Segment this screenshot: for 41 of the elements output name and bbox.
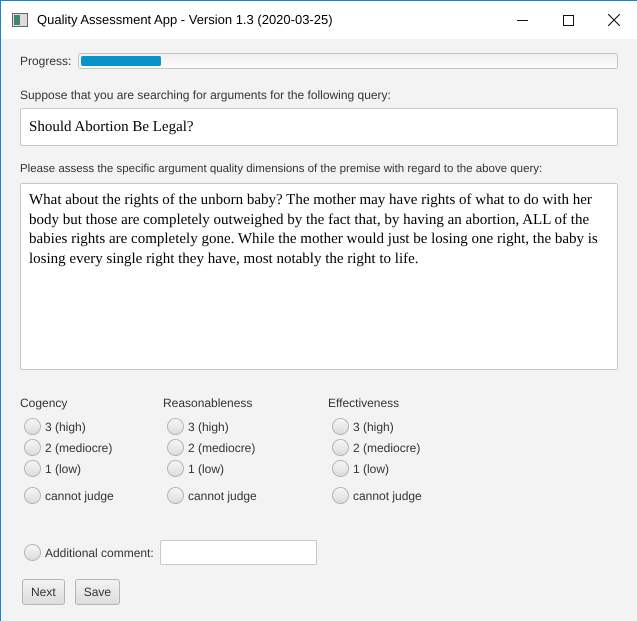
radio-button[interactable]: [332, 418, 349, 436]
option-label: 2 (mediocre): [45, 440, 112, 457]
option-label: cannot judge: [353, 488, 422, 505]
radio-button[interactable]: [167, 439, 184, 456]
premise-prompt: Please assess the specific argument quality dimensions of the premise with regard to the above query:: [20, 162, 544, 177]
radio-button[interactable]: [167, 460, 184, 478]
dimension-title: Reasonableness: [163, 395, 254, 412]
app-icon: [12, 13, 28, 27]
query-field[interactable]: Should Abortion Be Legal?: [20, 108, 618, 146]
option-label: cannot judge: [45, 488, 114, 505]
option-label: 3 (high): [45, 418, 86, 436]
radio-button[interactable]: [24, 418, 41, 436]
radio-button[interactable]: [332, 460, 349, 478]
premise-text-area[interactable]: What about the rights of the unborn baby? The mother may have rights of what to do with her body but those are completely outweighed by the fact that, by having an abortion, ALL of the babies rights are completely gone. While the mother would just be losing one right, the baby is losing every single right they have, most notably the right to life.: [20, 183, 618, 370]
dimension-title: Cogency: [20, 395, 68, 412]
radio-button[interactable]: [24, 544, 41, 562]
option-label: 3 (high): [353, 418, 394, 436]
progress-label: Progress:: [20, 53, 72, 70]
dimension-title: Effectiveness: [328, 395, 400, 412]
close-icon: [608, 14, 620, 26]
option-label: 3 (high): [188, 418, 229, 436]
radio-button[interactable]: [167, 418, 184, 436]
option-label: 1 (low): [45, 460, 82, 478]
maximize-icon: [562, 14, 574, 26]
comment-label: Additional comment:: [45, 544, 154, 562]
action-button[interactable]: Next: [22, 579, 65, 606]
option-label: 1 (low): [188, 460, 224, 478]
option-label: 2 (mediocre): [353, 440, 420, 457]
option-label: 1 (low): [353, 460, 390, 478]
action-button[interactable]: Save: [74, 579, 120, 606]
radio-button[interactable]: [332, 439, 349, 456]
radio-button[interactable]: [332, 487, 349, 504]
query-prompt: Suppose that you are searching for arguments for the following query:: [20, 87, 392, 104]
window-title: Quality Assessment App - Version 1.3 (2020-03-25): [37, 11, 333, 30]
radio-button[interactable]: [167, 487, 184, 504]
radio-button[interactable]: [24, 487, 41, 504]
radio-button[interactable]: [24, 460, 41, 478]
option-label: cannot judge: [188, 488, 257, 505]
option-label: 2 (mediocre): [188, 440, 256, 457]
comment-field[interactable]: [160, 540, 317, 566]
radio-button[interactable]: [24, 439, 41, 456]
